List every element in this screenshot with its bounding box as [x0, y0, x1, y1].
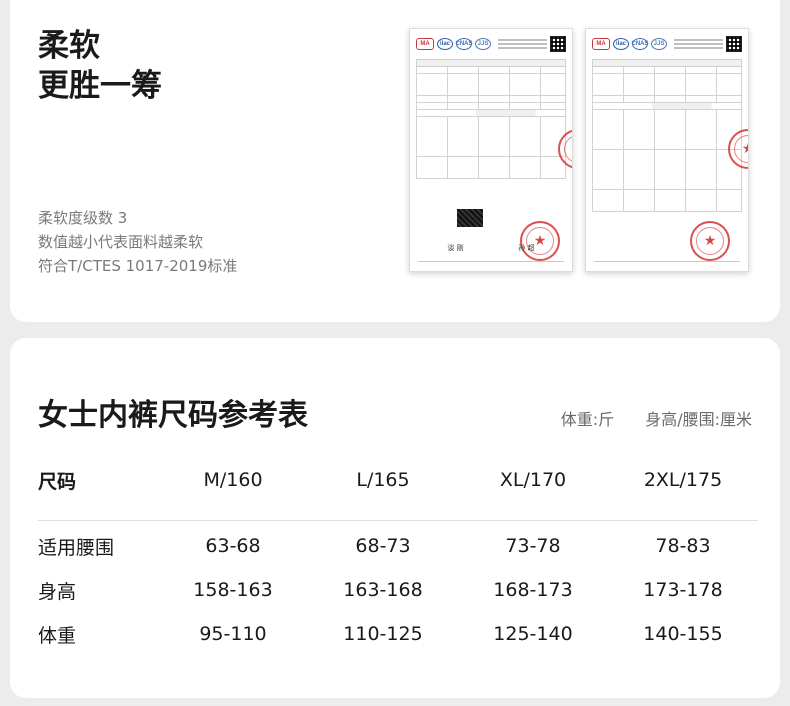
test-report-image-2: MA ilac CNAS JJS ★ ★	[585, 28, 749, 272]
report-title-bar	[592, 59, 742, 67]
size-chart-title: 女士内裤尺码参考表	[38, 398, 308, 433]
stamp-icon: ★	[520, 221, 560, 261]
size-column-header: 2XL/175	[643, 469, 723, 491]
softness-details: 柔软度级数 3 数值越小代表面料越柔软 符合T/CTES 1017-2019标准	[38, 206, 237, 278]
row-label: 体重	[38, 624, 77, 647]
units-note: 体重:斤 身高/腰围:厘米	[561, 406, 752, 430]
length-unit: 身高/腰围:厘米	[645, 410, 752, 429]
size-column-header: M/160	[203, 469, 263, 491]
headline-line-2: 更胜一筹	[38, 68, 162, 104]
table-cell: 73-78	[505, 535, 561, 557]
cma-logo: MA	[416, 38, 434, 50]
cnas-logo: CNAS	[456, 38, 473, 50]
report-header: MA ilac CNAS JJS	[416, 35, 566, 53]
size-header-label: 尺码	[38, 470, 77, 493]
ilac-logo: ilac	[613, 38, 629, 50]
cma-logo: MA	[592, 38, 610, 50]
row-label: 适用腰围	[38, 536, 115, 559]
signature: 谈 刚	[447, 244, 464, 252]
qr-code-icon	[726, 36, 742, 52]
report-header-text	[674, 39, 723, 49]
test-report-image-1: MA ilac CNAS JJS ★ ★ 谈 刚 孙 超	[409, 28, 573, 272]
ilac-logo: ilac	[437, 38, 453, 50]
softness-standard: 符合T/CTES 1017-2019标准	[38, 257, 238, 275]
table-header-row: 尺码 M/160 L/165 XL/170 2XL/175	[38, 458, 758, 502]
table-row-waist: 适用腰围 63-68 68-73 73-78 78-83	[38, 524, 758, 568]
report-signatures: 谈 刚 孙 超	[420, 243, 562, 253]
size-column-header: XL/170	[499, 469, 567, 491]
table-cell: 168-173	[493, 579, 573, 601]
table-row-weight: 体重 95-110 110-125 125-140 140-155	[38, 612, 758, 656]
report-header: MA ilac CNAS JJS	[592, 35, 742, 53]
table-cell: 173-178	[643, 579, 723, 601]
qr-code-icon	[550, 36, 566, 52]
table-cell: 163-168	[343, 579, 423, 601]
table-cell: 68-73	[355, 535, 411, 557]
cnas-logo: CNAS	[632, 38, 649, 50]
row-label: 身高	[38, 580, 77, 603]
table-cell: 110-125	[343, 623, 423, 645]
table-cell: 125-140	[493, 623, 573, 645]
softness-card: 柔软 更胜一筹 柔软度级数 3 数值越小代表面料越柔软 符合T/CTES 101…	[10, 0, 780, 322]
weight-unit: 体重:斤	[560, 410, 615, 429]
size-column-header: L/165	[356, 469, 410, 491]
report-footer	[418, 261, 564, 265]
table-row-height: 身高 158-163 163-168 168-173 173-178	[38, 568, 758, 612]
table-cell: 140-155	[643, 623, 723, 645]
headline-line-1: 柔软	[38, 28, 100, 64]
table-cell: 63-68	[205, 535, 261, 557]
table-cell: 78-83	[655, 535, 711, 557]
softness-headline: 柔软 更胜一筹	[38, 26, 162, 106]
size-chart-card: 女士内裤尺码参考表 体重:斤 身高/腰围:厘米 尺码 M/160 L/165 X…	[10, 338, 780, 698]
table-cell: 95-110	[199, 623, 267, 645]
lab-logo: JJS	[651, 38, 667, 50]
fabric-sample-image	[457, 209, 483, 227]
softness-explanation: 数值越小代表面料越柔软	[38, 233, 204, 251]
signature: 孙 超	[518, 244, 535, 252]
stamp-icon: ★	[690, 221, 730, 261]
table-cell: 158-163	[193, 579, 273, 601]
size-table: 尺码 M/160 L/165 XL/170 2XL/175 适用腰围 63-68…	[38, 458, 758, 656]
report-footer	[594, 261, 740, 265]
report-header-text	[498, 39, 547, 49]
softness-grade: 柔软度级数 3	[38, 209, 128, 227]
report-title-bar	[416, 59, 566, 67]
lab-logo: JJS	[475, 38, 491, 50]
